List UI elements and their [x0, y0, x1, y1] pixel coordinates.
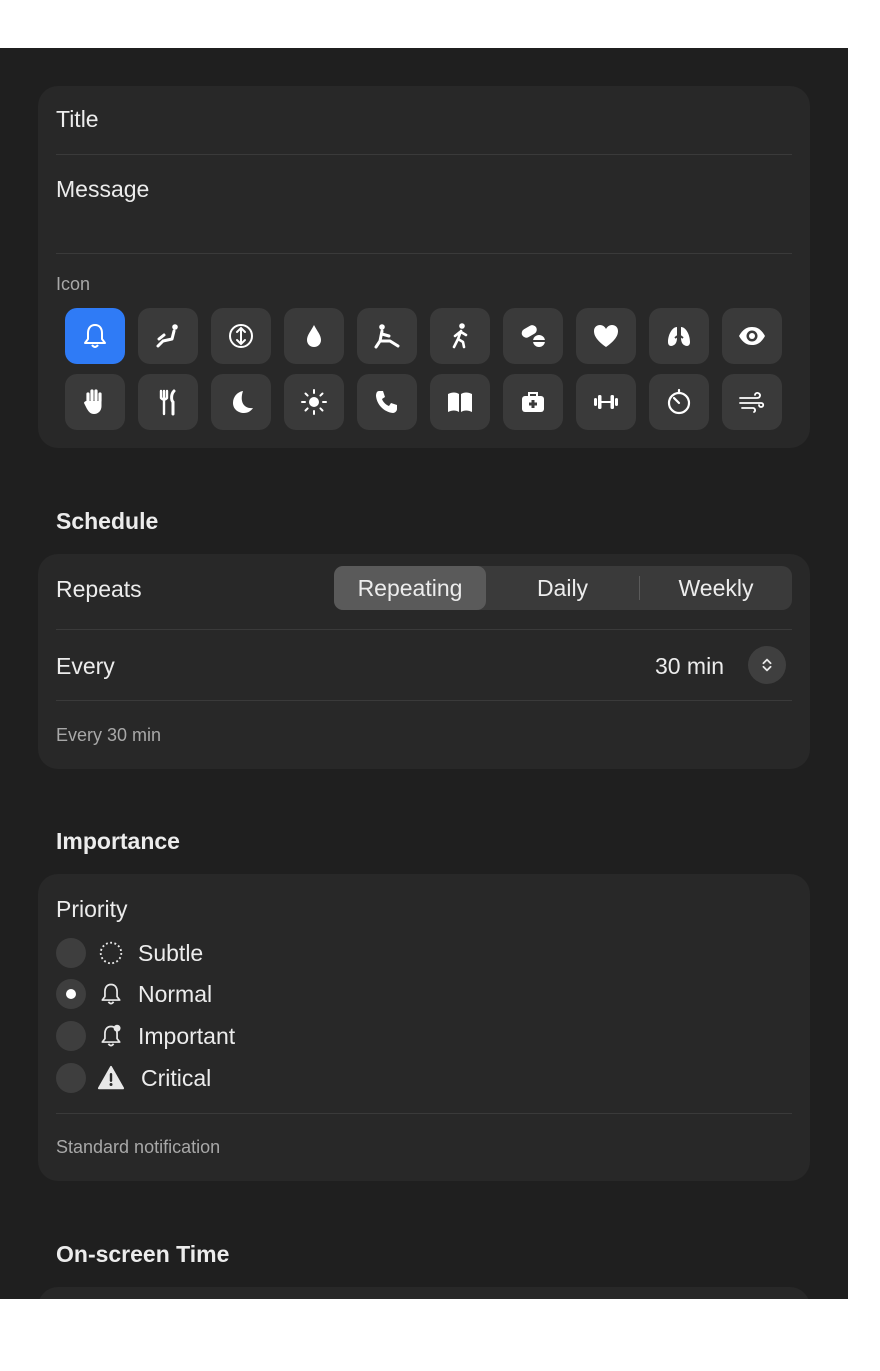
every-value[interactable]: 30 min [655, 653, 724, 680]
dotted-circle-icon [96, 938, 126, 968]
title-field[interactable]: Title [56, 106, 99, 133]
priority-label: Priority [56, 896, 128, 922]
schedule-section-title: Schedule [56, 508, 159, 534]
moon-icon[interactable] [211, 374, 271, 430]
repeats-label: Repeats [56, 576, 142, 602]
importance-section-title: Importance [56, 828, 180, 854]
radio-button[interactable] [56, 1021, 86, 1051]
priority-option-important[interactable]: Important [56, 1020, 235, 1052]
bell-outline-icon [96, 979, 126, 1009]
divider [56, 629, 792, 630]
divider [56, 253, 792, 254]
water-drop-icon[interactable] [284, 308, 344, 364]
message-field[interactable]: Message [56, 176, 149, 203]
priority-option-label: Normal [138, 980, 213, 1007]
wind-icon[interactable] [722, 374, 782, 430]
priority-option-normal[interactable]: Normal [56, 978, 212, 1010]
details-card: Title Message Icon [38, 86, 810, 448]
walking-icon[interactable] [430, 308, 490, 364]
radio-button[interactable] [56, 1063, 86, 1093]
priority-option-label: Critical [141, 1064, 212, 1091]
stretch-icon[interactable] [357, 308, 417, 364]
priority-option-subtle[interactable]: Subtle [56, 937, 203, 969]
segment-weekly[interactable]: Weekly [640, 566, 792, 610]
timer-icon[interactable] [649, 374, 709, 430]
sun-icon[interactable] [284, 374, 344, 430]
warning-triangle-icon [96, 1063, 126, 1093]
priority-option-label: Subtle [138, 939, 204, 966]
chevron-up-down-icon [762, 658, 772, 672]
bell-icon[interactable] [65, 308, 125, 364]
every-label: Every [56, 653, 115, 679]
priority-option-label: Important [138, 1022, 236, 1049]
hand-icon[interactable] [65, 374, 125, 430]
onscreen-time-section-title: On-screen Time [56, 1241, 230, 1267]
lungs-icon[interactable] [649, 308, 709, 364]
eye-icon[interactable] [722, 308, 782, 364]
schedule-summary: Every 30 min [56, 725, 162, 745]
dumbbell-icon[interactable] [576, 374, 636, 430]
repeats-segmented-control[interactable]: Repeating Daily Weekly [334, 566, 792, 610]
phone-icon[interactable] [357, 374, 417, 430]
radio-button[interactable] [56, 938, 86, 968]
icon-label: Icon [56, 274, 91, 294]
heart-icon[interactable] [576, 308, 636, 364]
interval-stepper[interactable] [748, 646, 786, 684]
posture-arrows-icon[interactable] [211, 308, 271, 364]
priority-description: Standard notification [56, 1137, 221, 1157]
importance-card: Priority Subtle Normal Important Critica… [38, 874, 810, 1181]
pills-icon[interactable] [503, 308, 563, 364]
radio-button[interactable] [56, 979, 86, 1009]
divider [56, 700, 792, 701]
segment-repeating[interactable]: Repeating [334, 566, 486, 610]
settings-window: Title Message Icon Schedule Repeats Repe… [0, 48, 848, 1299]
schedule-card: Repeats Repeating Daily Weekly Every 30 … [38, 554, 810, 769]
recline-icon[interactable] [138, 308, 198, 364]
book-icon[interactable] [430, 374, 490, 430]
medical-kit-icon[interactable] [503, 374, 563, 430]
priority-option-critical[interactable]: Critical [56, 1062, 211, 1094]
segment-daily[interactable]: Daily [486, 566, 639, 610]
fork-knife-icon[interactable] [138, 374, 198, 430]
divider [56, 154, 792, 155]
onscreen-time-card [38, 1287, 810, 1299]
bell-badge-icon [96, 1021, 126, 1051]
divider [56, 1113, 792, 1114]
